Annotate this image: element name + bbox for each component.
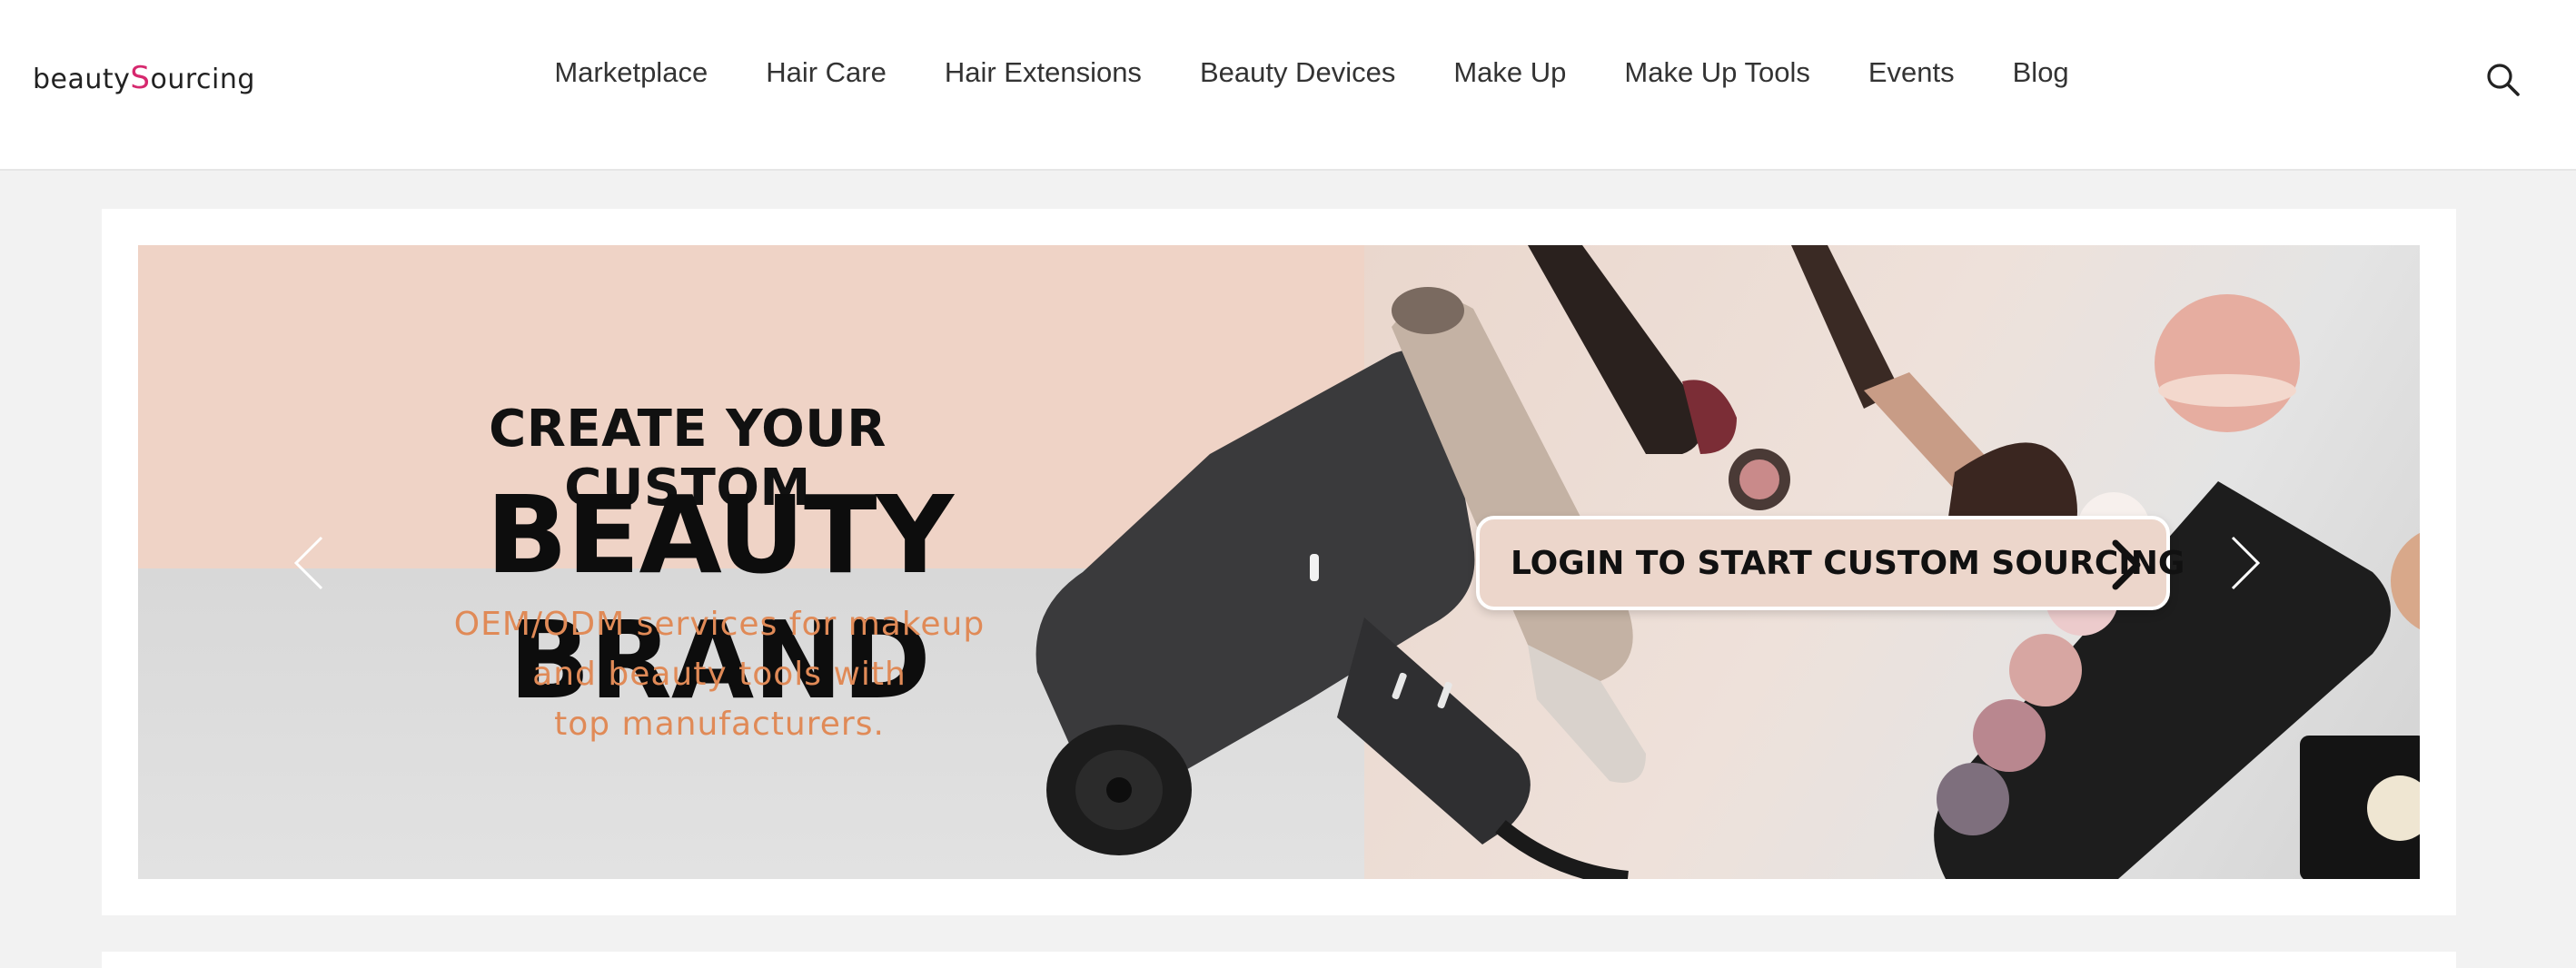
powder-illustration xyxy=(2391,532,2420,630)
nav-item-marketplace[interactable]: Marketplace xyxy=(554,56,708,89)
nav-item-make-up-tools[interactable]: Make Up Tools xyxy=(1624,56,1809,89)
chevron-right-icon xyxy=(2231,536,2261,590)
hero-card: CREATE YOUR CUSTOM BEAUTY BRAND OEM/ODM … xyxy=(102,209,2456,915)
banner-subtext-line2: and beauty tools with xyxy=(532,656,907,693)
cta-label: LOGIN TO START CUSTOM SOURCING xyxy=(1511,544,2185,582)
carousel-prev-arrow[interactable] xyxy=(291,534,327,592)
banner-subtext-line3: top manufacturers. xyxy=(554,706,885,743)
login-custom-sourcing-button[interactable]: LOGIN TO START CUSTOM SOURCING xyxy=(1476,516,2185,610)
hero-banner-slide[interactable]: CREATE YOUR CUSTOM BEAUTY BRAND OEM/ODM … xyxy=(138,245,2420,879)
carousel-next-arrow[interactable] xyxy=(2227,534,2264,592)
next-section-card xyxy=(102,952,2456,968)
compact-illustration xyxy=(1729,449,1790,510)
nav-item-events[interactable]: Events xyxy=(1868,56,1955,89)
site-header: beauty Sourcing Marketplace Hair Care Hai… xyxy=(0,0,2576,171)
banner-subtext-line1: OEM/ODM services for makeup xyxy=(453,606,986,643)
nav-item-hair-care[interactable]: Hair Care xyxy=(766,56,887,89)
main-nav: Marketplace Hair Care Hair Extensions Be… xyxy=(0,56,2576,89)
nav-item-hair-extensions[interactable]: Hair Extensions xyxy=(945,56,1142,89)
nav-item-blog[interactable]: Blog xyxy=(2013,56,2069,89)
nav-item-beauty-devices[interactable]: Beauty Devices xyxy=(1200,56,1395,89)
macaron-illustration xyxy=(2155,294,2300,432)
nav-item-make-up[interactable]: Make Up xyxy=(1453,56,1566,89)
chevron-right-icon xyxy=(2112,539,2141,590)
banner-subtext: OEM/ODM services for makeup and beauty t… xyxy=(411,599,1028,749)
chevron-left-icon xyxy=(293,536,323,590)
lipstick-illustration xyxy=(1528,245,1737,454)
search-icon[interactable] xyxy=(2485,62,2522,98)
